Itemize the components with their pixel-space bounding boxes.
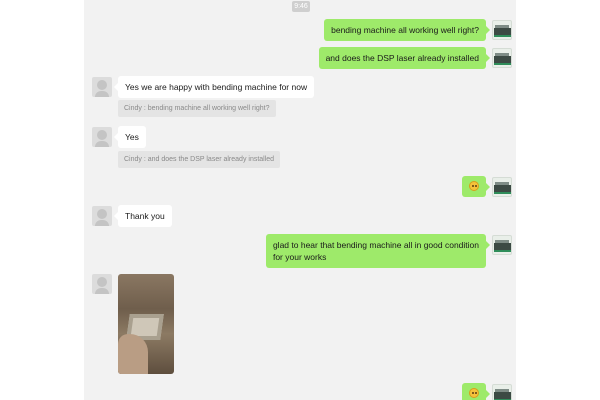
chat-window: 9:46 bending machine all working well ri… — [84, 0, 516, 400]
quoted-reply[interactable]: Cindy : and does the DSP laser already i… — [118, 151, 281, 168]
quoted-reply[interactable]: Cindy : bending machine all working well… — [118, 100, 276, 117]
contact-avatar[interactable] — [92, 77, 112, 97]
outgoing-emoji-message[interactable] — [462, 383, 490, 400]
my-avatar[interactable] — [492, 235, 512, 255]
my-avatar[interactable] — [492, 177, 512, 197]
contact-avatar[interactable] — [92, 127, 112, 147]
image-message[interactable] — [118, 274, 174, 374]
outgoing-message[interactable]: bending machine all working well right? — [324, 19, 490, 41]
message-line: glad to hear that bending machine all in… — [272, 240, 479, 250]
incoming-message[interactable]: Thank you — [114, 205, 172, 227]
contact-avatar[interactable] — [92, 206, 112, 226]
contact-avatar[interactable] — [92, 274, 112, 294]
message-line: for your works — [272, 252, 327, 262]
smile-emoji-icon — [469, 388, 479, 398]
smile-emoji-icon — [469, 181, 479, 191]
hand-photo-detail — [118, 334, 148, 374]
my-avatar[interactable] — [492, 20, 512, 40]
my-avatar[interactable] — [492, 48, 512, 68]
my-avatar[interactable] — [492, 384, 512, 400]
outgoing-message[interactable]: glad to hear that bending machine all in… — [265, 234, 491, 268]
outgoing-emoji-message[interactable] — [462, 176, 490, 197]
incoming-message[interactable]: Yes we are happy with bending machine fo… — [113, 76, 315, 98]
outgoing-message[interactable]: and does the DSP laser already installed — [318, 47, 491, 69]
incoming-message[interactable]: Yes — [114, 126, 146, 148]
timestamp: 9:46 — [292, 1, 310, 12]
